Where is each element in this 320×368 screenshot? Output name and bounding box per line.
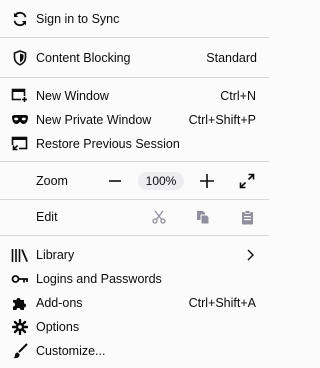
customize-item[interactable]: Customize...: [0, 339, 269, 363]
private-mask-icon: [11, 111, 29, 129]
content-blocking-item[interactable]: Content Blocking Standard: [0, 46, 269, 70]
logins-passwords-label: Logins and Passwords: [36, 272, 162, 286]
restore-session-item[interactable]: Restore Previous Session: [0, 132, 269, 156]
options-label: Options: [36, 320, 80, 334]
copy-icon[interactable]: [192, 205, 214, 229]
minus-icon[interactable]: [104, 169, 126, 193]
separator: [0, 161, 269, 162]
app-menu-panel: Sign in to Sync Content Blocking Standar…: [0, 0, 269, 368]
library-label: Library: [36, 248, 75, 262]
scissors-icon[interactable]: [148, 205, 170, 229]
fullscreen-icon[interactable]: [236, 169, 258, 193]
new-private-window-item[interactable]: New Private Window Ctrl+Shift+P: [0, 108, 269, 132]
clipboard-icon[interactable]: [236, 205, 258, 229]
edit-label: Edit: [36, 210, 58, 224]
key-icon: [11, 270, 29, 288]
separator: [0, 77, 269, 78]
new-private-window-label: New Private Window: [36, 113, 152, 127]
separator: [0, 235, 269, 236]
logins-passwords-item[interactable]: Logins and Passwords: [0, 267, 269, 291]
gear-icon: [11, 318, 29, 336]
new-window-label: New Window: [36, 89, 109, 103]
content-blocking-label: Content Blocking: [36, 51, 131, 65]
sign-in-sync-label: Sign in to Sync: [36, 12, 120, 26]
edit-row: Edit: [0, 205, 269, 229]
shield-icon: [11, 49, 29, 67]
new-window-item[interactable]: New Window Ctrl+N: [0, 84, 269, 108]
options-item[interactable]: Options: [0, 315, 269, 339]
paintbrush-icon: [11, 342, 29, 360]
restore-session-label: Restore Previous Session: [36, 137, 180, 151]
puzzle-icon: [11, 294, 29, 312]
new-window-icon: [11, 87, 29, 105]
separator: [0, 199, 269, 200]
new-window-shortcut: Ctrl+N: [220, 89, 256, 103]
library-item[interactable]: Library: [0, 243, 269, 267]
content-blocking-value: Standard: [206, 51, 257, 65]
zoom-level-button[interactable]: 100%: [138, 172, 184, 190]
zoom-label: Zoom: [36, 174, 68, 188]
library-icon: [11, 246, 29, 264]
separator: [0, 37, 269, 38]
addons-shortcut: Ctrl+Shift+A: [188, 296, 256, 310]
addons-item[interactable]: Add-ons Ctrl+Shift+A: [0, 291, 269, 315]
addons-label: Add-ons: [36, 296, 83, 310]
zoom-row: Zoom 100%: [0, 169, 269, 193]
sign-in-sync-item[interactable]: Sign in to Sync: [0, 7, 269, 31]
sync-icon: [11, 10, 29, 28]
plus-icon[interactable]: [196, 169, 218, 193]
chevron-right-icon: [244, 243, 256, 267]
restore-session-icon: [11, 135, 29, 153]
customize-label: Customize...: [36, 344, 106, 358]
new-private-window-shortcut: Ctrl+Shift+P: [188, 113, 256, 127]
